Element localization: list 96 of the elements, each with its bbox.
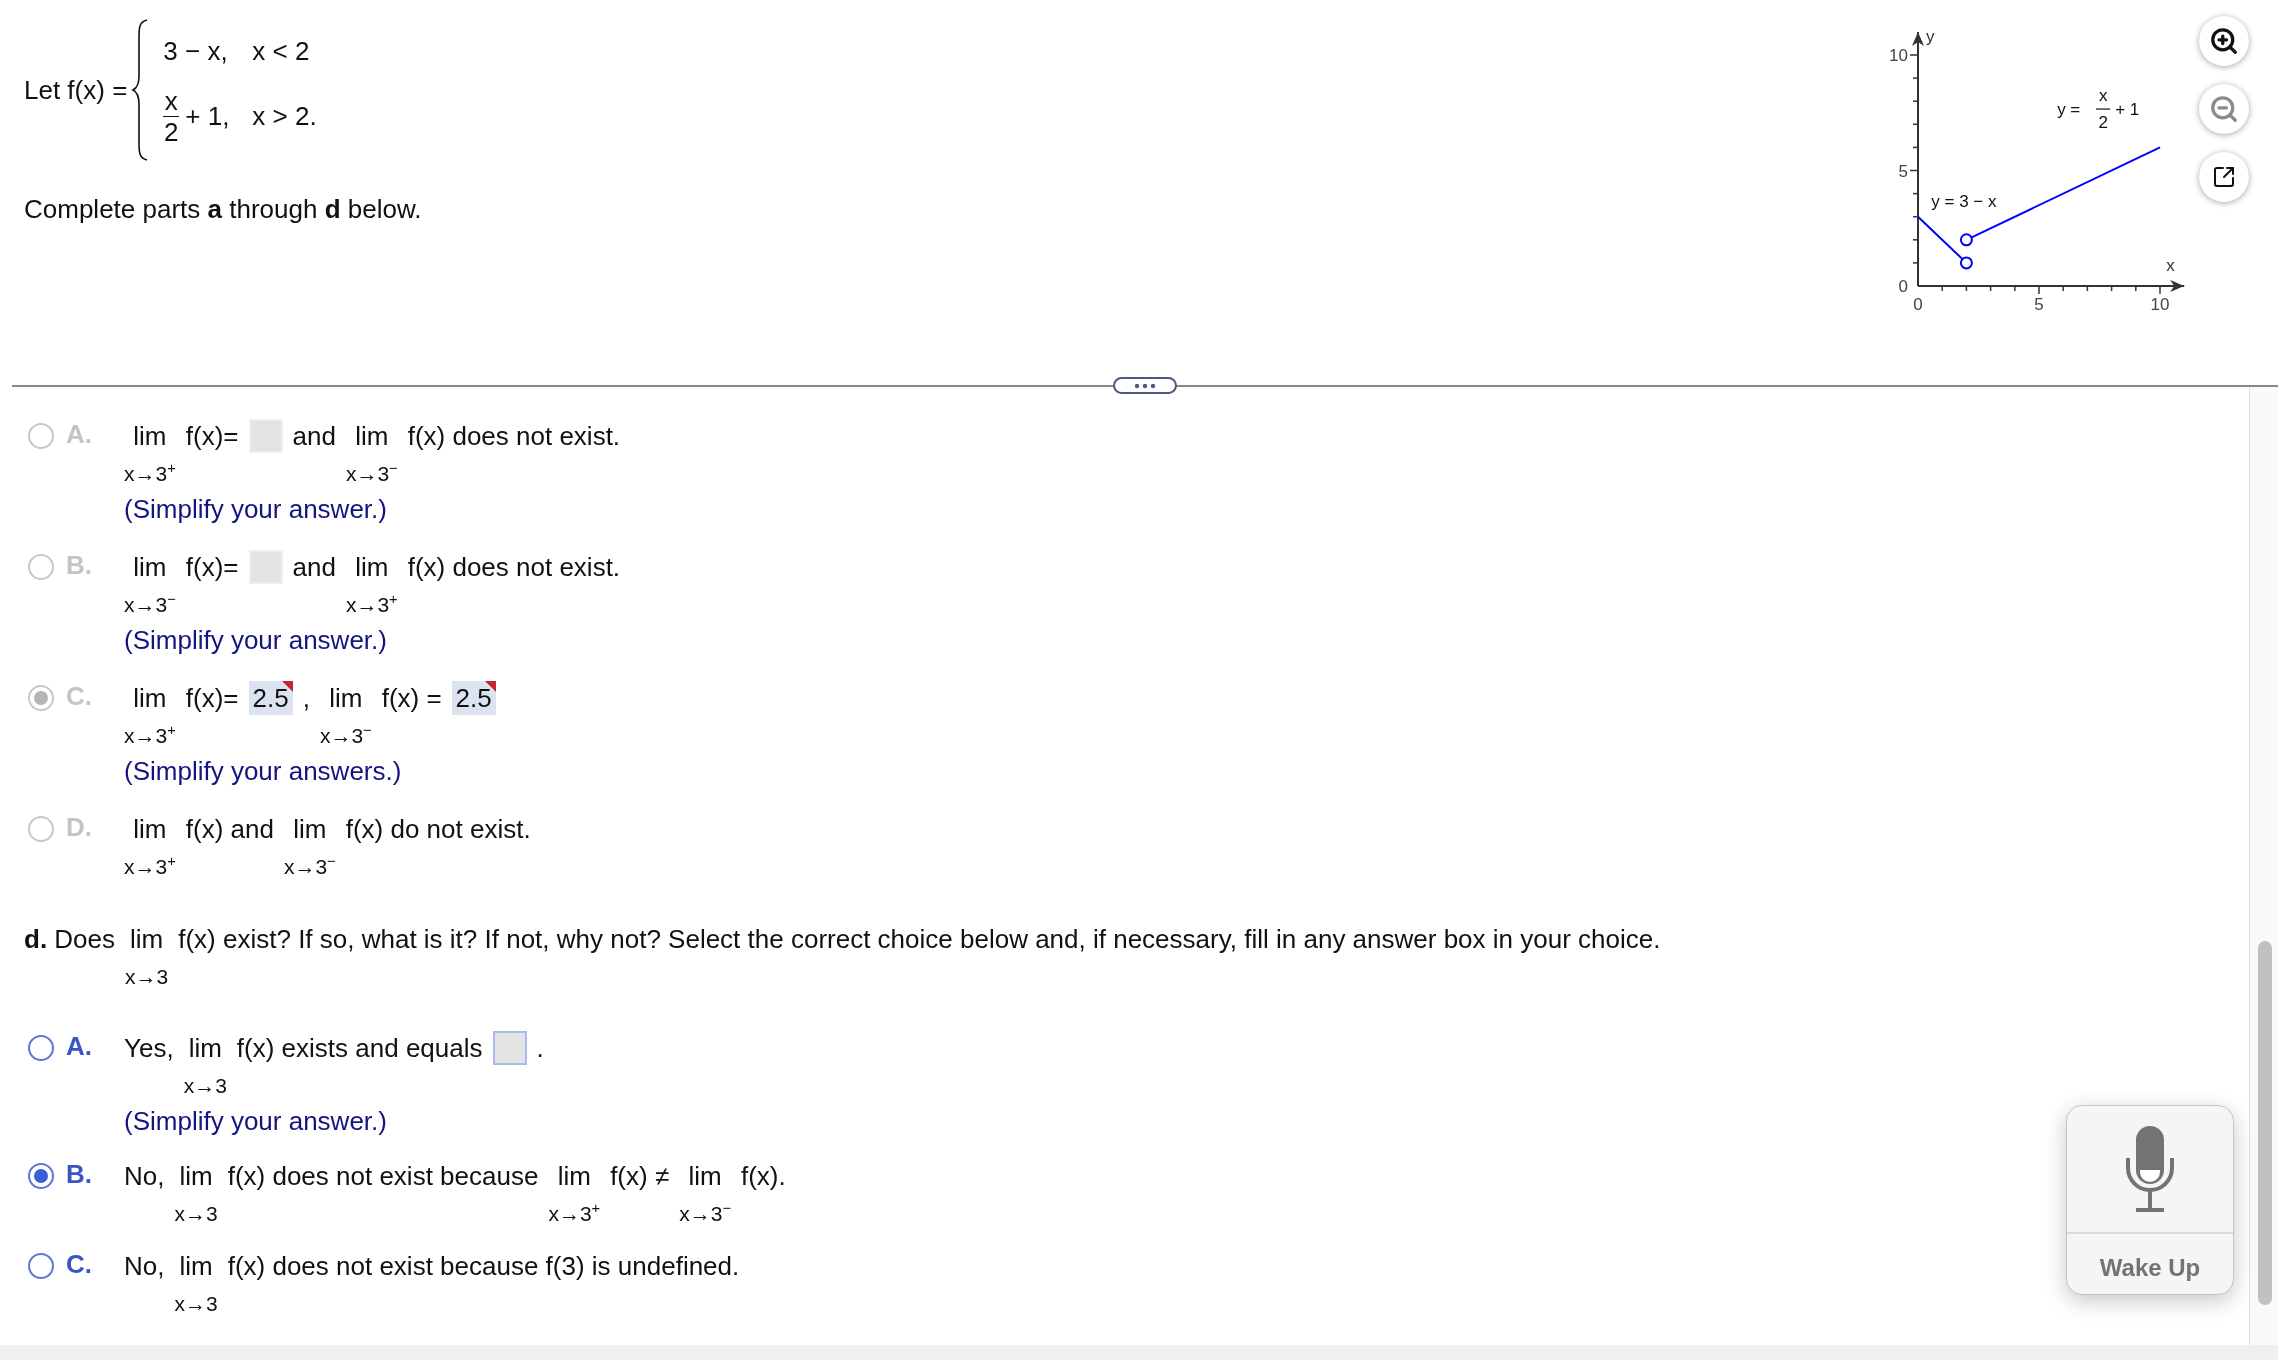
tick-label: 0 [1898, 277, 1908, 296]
limit-operator: lim [133, 682, 167, 715]
limit-subscript: x→3$^{−}$ [679, 1200, 731, 1227]
limit-subscript: x→3$^{−}$ [283, 853, 336, 880]
radio-button[interactable] [28, 1253, 54, 1279]
fraction-denominator: 2 [164, 116, 179, 147]
limit-operator: lim [188, 1032, 222, 1065]
fraction-numerator: x [2098, 86, 2108, 106]
choice-letter: C. [66, 1249, 93, 1281]
limit-operator: lim [130, 923, 164, 956]
math-text: f(x) and [185, 813, 274, 846]
hint-text: (Simplify your answer.) [124, 624, 387, 657]
math-text: 3 − x, [163, 34, 228, 68]
math-text: f(x)= [185, 551, 239, 584]
limit-operator: lim [133, 551, 167, 584]
limit-subscript: x→3$^{+}$ [345, 591, 398, 618]
microphone-icon [2124, 1124, 2176, 1214]
limit-operator: lim [133, 813, 167, 846]
choice-letter: A. [66, 1031, 93, 1063]
hint-text: (Simplify your answers.) [124, 755, 402, 788]
hint-text: (Simplify your answer.) [124, 1105, 387, 1138]
math-text: f(x) does not exist because f(3) is undefined. [227, 1250, 740, 1283]
math-text: , [302, 682, 310, 715]
limit-subscript: x→3 [174, 1201, 218, 1227]
curve-label: + 1 [2115, 100, 2140, 120]
limit-subscript: x→3$^{−}$ [124, 591, 176, 618]
limit-operator: lim [293, 813, 327, 846]
hint-text: (Simplify your answer.) [124, 493, 387, 526]
zoom-in-icon [2209, 26, 2239, 56]
tick-label: 0 [1913, 295, 1923, 314]
math-text: and [292, 551, 336, 584]
limit-subscript: x→3$^{−}$ [345, 460, 398, 487]
limit-operator: lim [355, 420, 389, 453]
limit-subscript: x→3 [174, 1291, 218, 1317]
radio-button[interactable] [28, 1163, 54, 1189]
limit-subscript: x→3 [183, 1073, 227, 1099]
fraction-numerator: x [164, 85, 178, 116]
limit-operator: lim [179, 1250, 213, 1283]
fraction-denominator: 2 [2098, 113, 2108, 133]
choice-letter: B. [66, 1159, 93, 1191]
limit-operator: lim [355, 551, 389, 584]
tick-label: 5 [1898, 161, 1908, 181]
math-text: Let f(x) = [24, 74, 128, 107]
choice-letter: A. [66, 419, 93, 451]
math-text: f(x) ≠ [610, 1160, 670, 1193]
limit-subscript: x→3$^{+}$ [124, 722, 176, 749]
limit-subscript: x→3$^{+}$ [548, 1200, 601, 1227]
choice-letter: B. [66, 550, 93, 582]
math-text: f(x) exists and equals [236, 1032, 483, 1065]
limit-operator: lim [557, 1160, 591, 1193]
wake-up-button[interactable]: Wake Up [2066, 1105, 2234, 1295]
splitter-handle[interactable] [1113, 377, 1177, 394]
limit-operator: lim [329, 682, 363, 715]
limit-operator: lim [133, 420, 167, 453]
tick-label: 10 [2150, 295, 2170, 314]
math-text: No, [124, 1160, 165, 1193]
limit-operator: lim [179, 1160, 213, 1193]
math-text: d. Does [24, 923, 116, 956]
scrollbar-thumb[interactable] [2258, 941, 2272, 1305]
math-text: f(x) does not exist. [407, 551, 621, 584]
math-text: f(x) does not exist. [407, 420, 621, 453]
instruction-text: Complete parts a through d below. [24, 193, 423, 226]
answer-box[interactable] [492, 1031, 527, 1065]
curve-label: y = 3 − x [1931, 192, 1997, 212]
choice-letter: C. [66, 681, 93, 713]
radio-button[interactable] [28, 1035, 54, 1061]
math-text: f(x)= [185, 682, 239, 715]
case-condition: x > 2. [252, 100, 317, 133]
math-text: No, [124, 1250, 165, 1283]
math-text: Yes, [124, 1032, 174, 1065]
limit-subscript: x→3$^{+}$ [124, 853, 176, 880]
choice-letter: D. [66, 812, 93, 844]
math-text: + 1, [185, 100, 230, 133]
tick-label: 5 [2034, 295, 2044, 314]
math-text: f(x). [740, 1160, 786, 1193]
math-text: f(x) = [381, 682, 442, 715]
case-condition: x < 2 [252, 34, 311, 68]
limit-subscript: x→3$^{−}$ [319, 722, 372, 749]
tick-label: 10 [1889, 46, 1908, 65]
axis-label: x [2166, 256, 2175, 275]
math-text: f(x) does not exist because [227, 1160, 539, 1193]
math-text: f(x)= [185, 420, 239, 453]
scrollbar[interactable] [2249, 387, 2278, 1345]
limit-operator: lim [688, 1160, 722, 1193]
math-text: f(x) exist? If so, what is it? If not, why not? Select the correct choice below and, if necessary, fill in any answer box in your choice. [178, 923, 1661, 956]
external-link-icon [2212, 165, 2236, 189]
axis-label: y [1926, 26, 1935, 46]
zoom-in-button[interactable] [2199, 16, 2249, 66]
zoom-out-icon [2209, 94, 2239, 124]
math-text: . [536, 1032, 544, 1065]
limit-subscript: x→3 [125, 964, 169, 990]
math-text: and [292, 420, 336, 453]
limit-subscript: x→3$^{+}$ [124, 460, 176, 487]
open-external-button[interactable] [2199, 152, 2249, 202]
math-text: f(x) do not exist. [345, 813, 531, 846]
curve-label: y = [2057, 100, 2081, 120]
